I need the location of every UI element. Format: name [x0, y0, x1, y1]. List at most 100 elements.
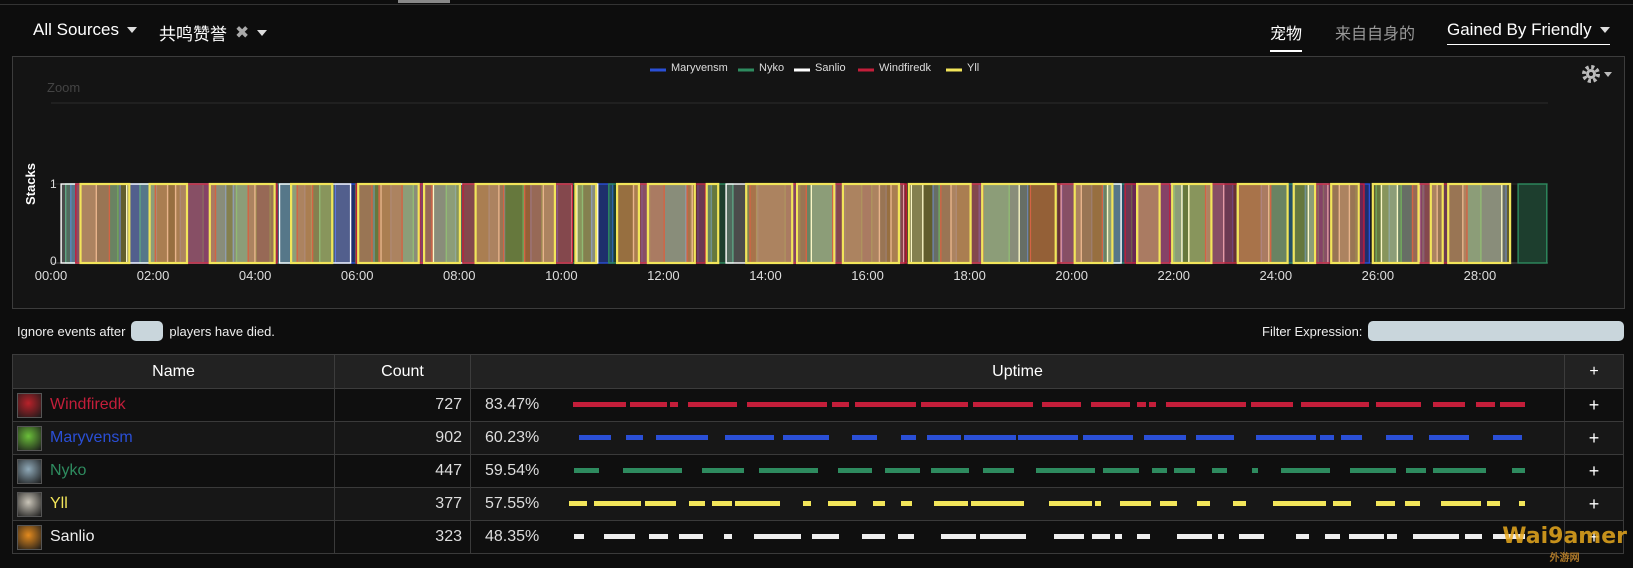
uptime-segment	[603, 534, 636, 539]
expand-row-button[interactable]: +	[1564, 454, 1624, 488]
player-name-wrap: Sanlio	[13, 524, 334, 550]
uptime-bar-track	[565, 461, 1564, 481]
uptime-header[interactable]: Uptime	[470, 354, 1565, 389]
uptime-segment	[921, 402, 969, 407]
uptime-segment	[626, 435, 644, 440]
series-interval	[423, 182, 462, 265]
expand-row-button[interactable]: +	[1564, 487, 1624, 521]
uptime-cell: 48.35%	[470, 520, 1565, 554]
series-interval	[1330, 182, 1360, 265]
uptime-percent: 83.47%	[485, 396, 540, 413]
source-dropdown-label: All Sources	[33, 20, 119, 39]
table-row[interactable]: Nyko 447 59.54% +	[12, 454, 1624, 488]
uptime-segment	[973, 402, 1033, 407]
uptime-segment	[1280, 468, 1331, 473]
tab-pet[interactable]: 宠物	[1270, 20, 1303, 52]
x-tick-label: 14:00	[749, 268, 782, 283]
uptime-percent: 59.54%	[485, 462, 540, 479]
uptime-segment	[1091, 534, 1111, 539]
uptime-segment	[1036, 468, 1095, 473]
x-tick-label: 00:00	[35, 268, 68, 283]
legend-label[interactable]: Nyko	[759, 62, 784, 74]
uptime-segment	[1212, 468, 1227, 473]
player-name[interactable]: Yll	[50, 495, 68, 513]
uptime-segment	[933, 501, 969, 506]
uptime-segment	[897, 534, 915, 539]
x-tick-label: 20:00	[1055, 268, 1088, 283]
close-icon[interactable]: ✖	[235, 23, 249, 43]
uptime-segment	[702, 468, 745, 473]
count-header[interactable]: Count	[334, 354, 471, 389]
uptime-segment	[983, 468, 1014, 473]
expand-all-button[interactable]: +	[1564, 354, 1624, 389]
death-count-input[interactable]	[131, 321, 164, 341]
x-tick-label: 28:00	[1464, 268, 1497, 283]
table-row[interactable]: Yll 377 57.55% +	[12, 487, 1624, 521]
filter-expression-input[interactable]	[1368, 321, 1625, 341]
uptime-segment	[655, 435, 708, 440]
series-interval	[1135, 182, 1161, 265]
legend-label[interactable]: Sanlio	[815, 62, 846, 74]
x-tick-label: 24:00	[1260, 268, 1293, 283]
y-tick-label: 1	[50, 177, 57, 191]
table-row[interactable]: Sanlio 323 48.35% +	[12, 520, 1624, 554]
watermark-sub: 外游网	[1549, 553, 1580, 564]
uptime-segment	[1511, 468, 1525, 473]
uptime-segment	[1301, 402, 1370, 407]
chart-settings-button[interactable]	[1580, 63, 1614, 90]
count-cell: 377	[334, 487, 471, 521]
name-cell: Sanlio	[12, 520, 335, 554]
count-cell: 902	[334, 421, 471, 455]
series-areas	[60, 182, 1548, 265]
table-row[interactable]: Windfiredk 727 83.47% +	[12, 388, 1624, 422]
player-name[interactable]: Sanlio	[50, 528, 94, 546]
legend-label[interactable]: Windfiredk	[879, 62, 931, 74]
series-interval	[1371, 182, 1420, 265]
uptime-segment	[930, 468, 970, 473]
death-knight-icon	[17, 392, 42, 418]
name-cell: Maryvensm	[12, 421, 335, 455]
uptime-segment	[1386, 435, 1414, 440]
aura-dropdown-label: 共鸣赞誉	[159, 25, 227, 44]
series-interval	[1236, 182, 1289, 265]
uptime-segment	[711, 501, 733, 506]
uptime-segment	[1136, 402, 1147, 407]
uptime-segment	[1103, 468, 1139, 473]
count-cell: 323	[334, 520, 471, 554]
uptime-segment	[964, 435, 1017, 440]
series-interval	[1073, 182, 1114, 265]
player-name[interactable]: Nyko	[50, 462, 86, 480]
uptime-segment	[1115, 534, 1123, 539]
table-row[interactable]: Maryvensm 902 60.23% +	[12, 421, 1624, 455]
uptime-segment	[927, 435, 961, 440]
aura-dropdown[interactable]: 共鸣赞誉 ✖	[159, 20, 268, 45]
legend-label[interactable]: Maryvensm	[671, 62, 728, 74]
uptime-segment	[1518, 501, 1525, 506]
death-filter: Ignore events after players have died.	[17, 321, 275, 341]
series-interval	[745, 182, 794, 265]
uptime-segment	[1177, 534, 1213, 539]
legend-label[interactable]: Yll	[967, 62, 979, 74]
player-name[interactable]: Windfiredk	[50, 396, 126, 414]
series-interval	[1447, 182, 1512, 265]
uptime-segment	[573, 468, 599, 473]
uptime-segment	[568, 501, 587, 506]
mode-dropdown[interactable]: Gained By Friendly	[1447, 20, 1610, 45]
watermark-text: Wai9amer	[1502, 524, 1627, 549]
player-name-wrap: Maryvensm	[13, 425, 334, 451]
uptime-segment	[1320, 435, 1334, 440]
x-tick-label: 10:00	[545, 268, 578, 283]
uptime-segment	[1432, 402, 1465, 407]
uptime-segment	[970, 501, 1024, 506]
expand-row-button[interactable]: +	[1564, 421, 1624, 455]
uptime-segment	[838, 468, 872, 473]
name-header[interactable]: Name	[12, 354, 335, 389]
uptime-segment	[1119, 501, 1151, 506]
tab-self[interactable]: 来自自身的	[1335, 20, 1415, 50]
player-name[interactable]: Maryvensm	[50, 429, 133, 447]
uptime-segment	[1429, 435, 1469, 440]
uptime-wrap: 48.35%	[471, 527, 1564, 547]
source-dropdown[interactable]: All Sources	[33, 20, 137, 40]
series-interval	[574, 182, 598, 265]
expand-row-button[interactable]: +	[1564, 388, 1624, 422]
